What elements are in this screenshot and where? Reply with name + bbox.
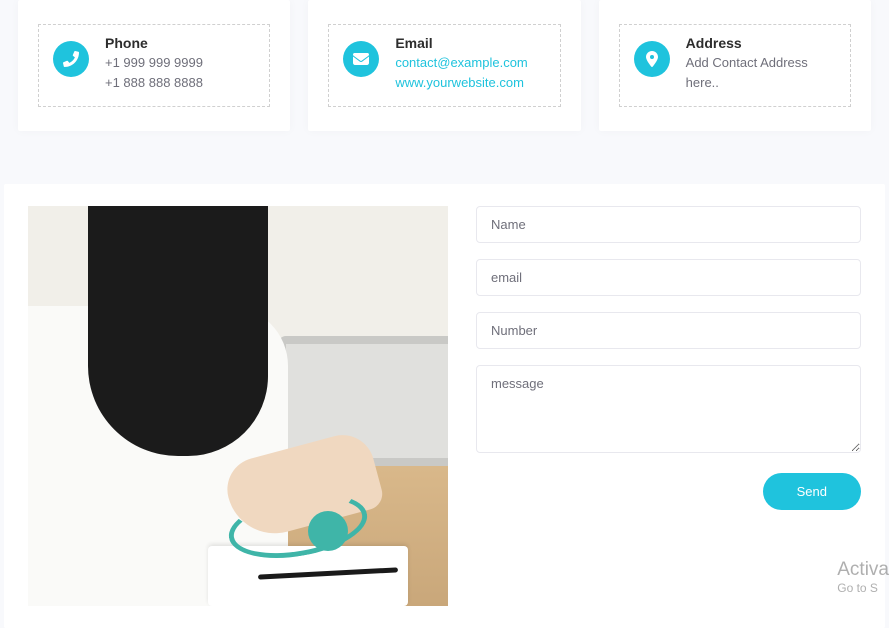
phone-title: Phone [105,35,203,51]
address-title: Address [686,35,836,51]
message-textarea[interactable] [476,365,861,453]
phone-card-inner: Phone +1 999 999 9999 +1 888 888 8888 [38,24,270,107]
contact-image [28,206,448,606]
envelope-icon [343,41,379,77]
phone-line2: +1 888 888 8888 [105,73,203,93]
email-input[interactable] [476,259,861,296]
send-button[interactable]: Send [763,473,861,510]
phone-card: Phone +1 999 999 9999 +1 888 888 8888 [18,0,290,131]
address-line1: Add Contact Address here.. [686,53,836,92]
email-title: Email [395,35,527,51]
watermark-subtitle: Go to S [837,581,889,595]
phone-card-text: Phone +1 999 999 9999 +1 888 888 8888 [105,35,203,92]
phone-line1: +1 999 999 9999 [105,53,203,73]
email-link[interactable]: contact@example.com [395,53,527,73]
activation-watermark: Activa Go to S [837,559,889,595]
contact-form-section: Send [4,184,885,628]
website-link[interactable]: www.yourwebsite.com [395,73,527,93]
map-pin-icon [634,41,670,77]
number-input[interactable] [476,312,861,349]
phone-icon [53,41,89,77]
email-card-text: Email contact@example.com www.yourwebsit… [395,35,527,92]
email-card: Email contact@example.com www.yourwebsit… [308,0,580,131]
address-card-text: Address Add Contact Address here.. [686,35,836,92]
watermark-title: Activa [837,559,889,581]
name-input[interactable] [476,206,861,243]
address-card: Address Add Contact Address here.. [599,0,871,131]
address-card-inner: Address Add Contact Address here.. [619,24,851,107]
contact-form: Send [476,206,861,606]
email-card-inner: Email contact@example.com www.yourwebsit… [328,24,560,107]
contact-cards-row: Phone +1 999 999 9999 +1 888 888 8888 Em… [0,0,889,131]
